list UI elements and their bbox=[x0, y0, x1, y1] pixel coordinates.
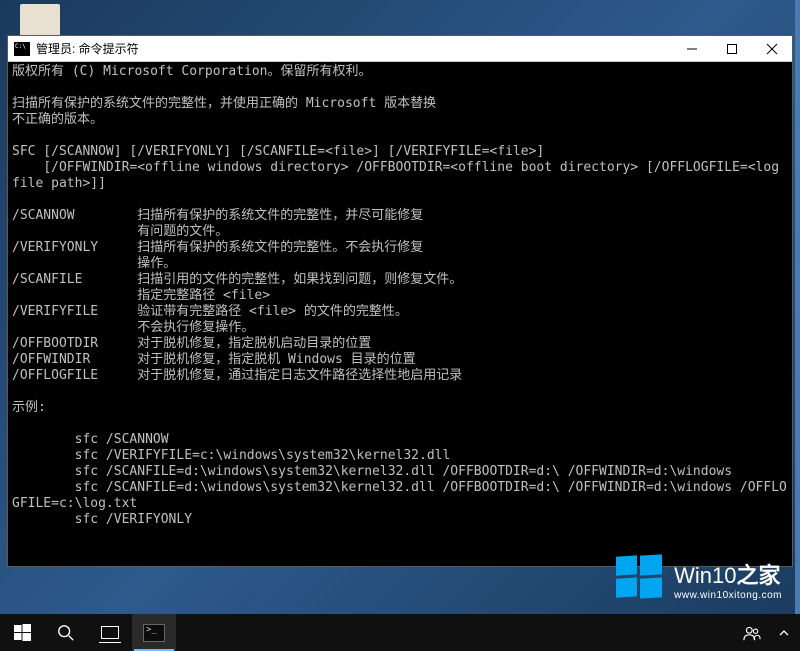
start-button[interactable] bbox=[0, 614, 44, 651]
recycle-bin-icon[interactable] bbox=[20, 4, 60, 36]
search-button[interactable] bbox=[44, 614, 88, 651]
watermark: Win10之家 www.win10xitong.com bbox=[614, 555, 782, 603]
task-view-icon bbox=[101, 626, 119, 639]
close-button[interactable] bbox=[752, 36, 792, 61]
tray-overflow-button[interactable] bbox=[768, 628, 800, 638]
cmd-title: 管理员: 命令提示符 bbox=[36, 40, 672, 57]
cmd-output[interactable]: 版权所有 (C) Microsoft Corporation。保留所有权利。 扫… bbox=[8, 62, 792, 566]
watermark-brand-prefix: Win10 bbox=[674, 563, 736, 588]
windows-logo-icon bbox=[614, 555, 664, 603]
watermark-text: Win10之家 www.win10xitong.com bbox=[674, 558, 782, 601]
desktop-peek bbox=[795, 0, 800, 651]
windows-start-icon bbox=[14, 624, 31, 641]
cmd-window: 管理员: 命令提示符 版权所有 (C) Microsoft Corporatio… bbox=[7, 35, 793, 567]
people-icon bbox=[743, 624, 761, 642]
task-view-button[interactable] bbox=[88, 614, 132, 651]
chevron-up-icon bbox=[779, 628, 789, 638]
window-controls bbox=[672, 36, 792, 61]
taskbar bbox=[0, 614, 800, 651]
search-icon bbox=[57, 624, 75, 642]
people-button[interactable] bbox=[736, 624, 768, 642]
cmd-titlebar[interactable]: 管理员: 命令提示符 bbox=[8, 36, 792, 62]
taskbar-spacer bbox=[176, 614, 736, 651]
minimize-button[interactable] bbox=[672, 36, 712, 61]
watermark-url: www.win10xitong.com bbox=[674, 590, 782, 601]
watermark-brand-suffix: 之家 bbox=[736, 563, 780, 588]
cmd-icon bbox=[14, 42, 30, 56]
cmd-taskbar-icon bbox=[143, 624, 165, 642]
system-tray bbox=[736, 614, 800, 651]
maximize-button[interactable] bbox=[712, 36, 752, 61]
taskbar-cmd-app[interactable] bbox=[132, 614, 176, 651]
